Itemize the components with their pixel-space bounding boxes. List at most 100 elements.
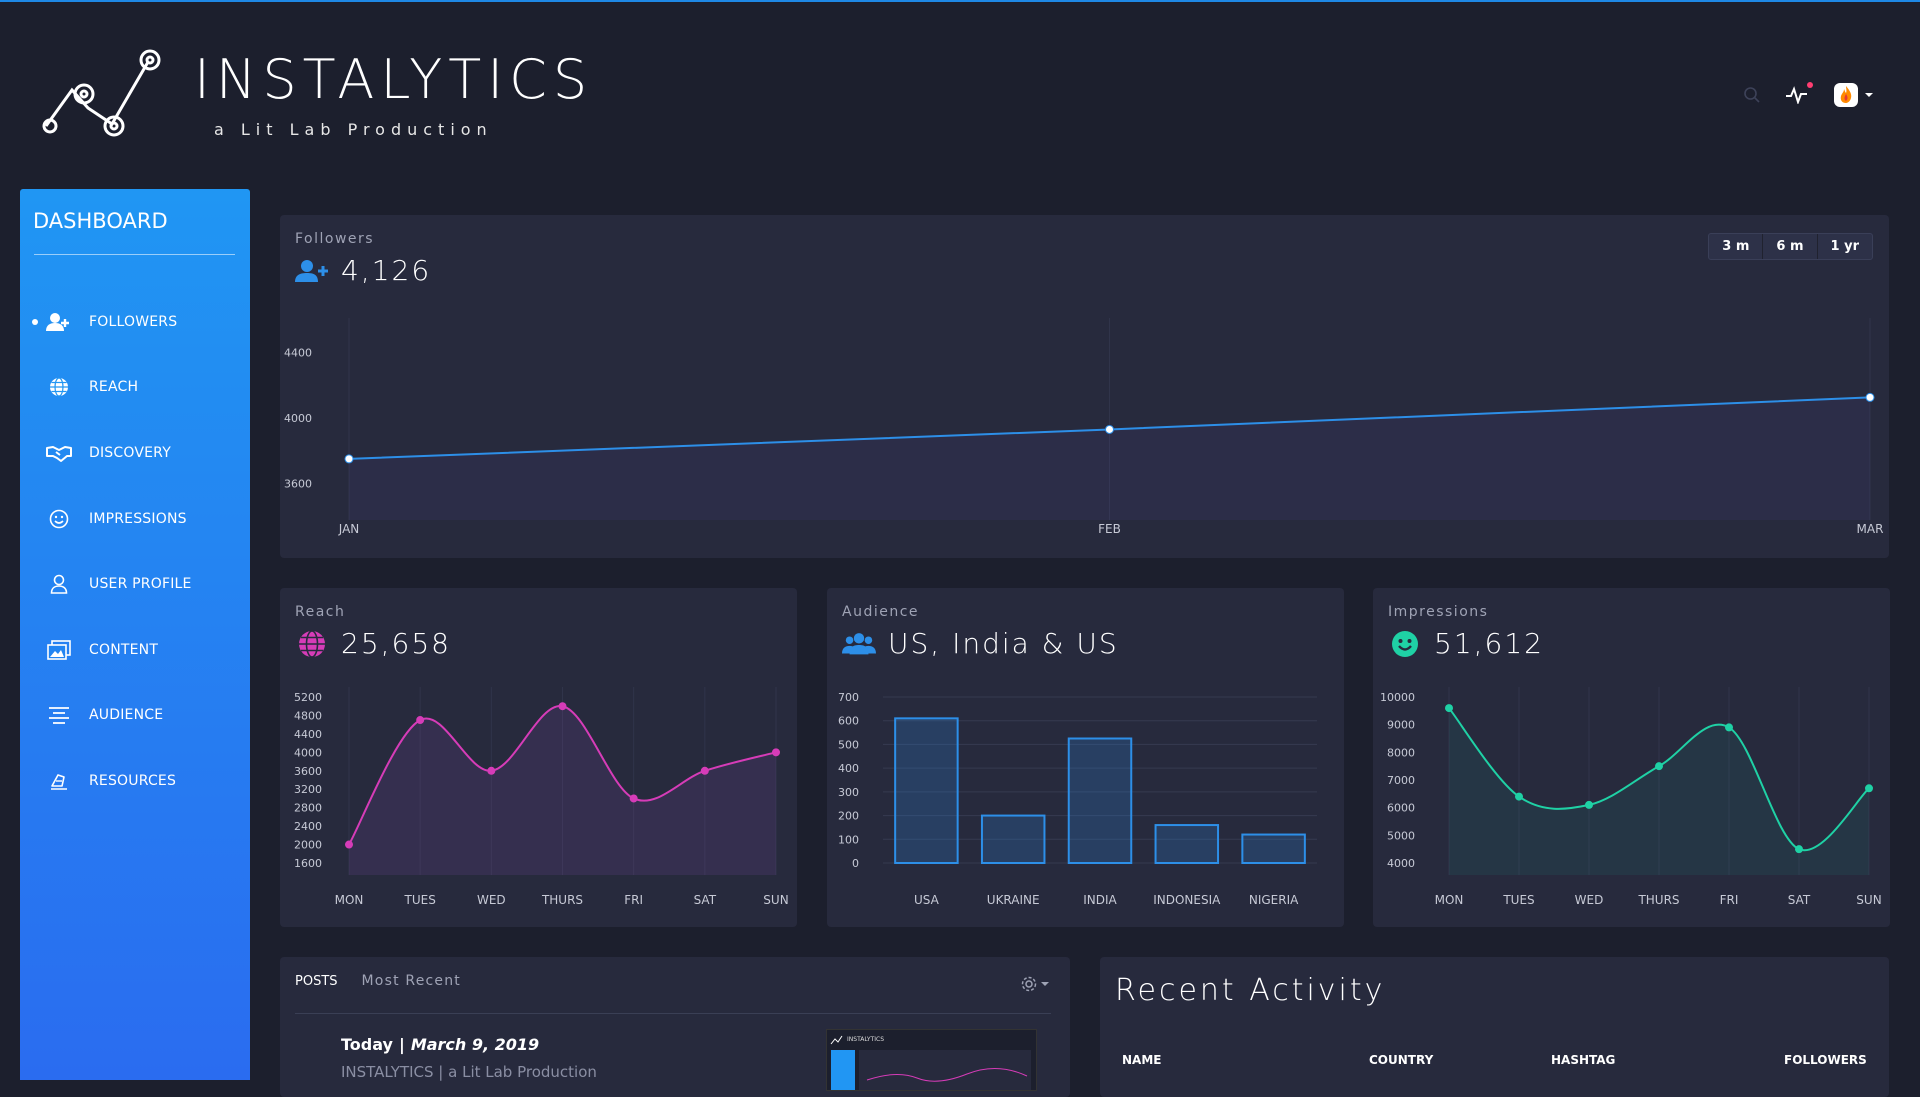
recent-activity-card: Recent Activity NAME COUNTRY HASHTAG FOL… [1100, 957, 1889, 1097]
y-tick-label: 300 [838, 786, 859, 799]
app-flame-icon [1834, 83, 1858, 107]
followers-chart: 3600 4000 4400 JAN FEB MAR [284, 318, 1883, 536]
y-tick-label: 4800 [294, 709, 322, 722]
post-thumbnail[interactable]: INSTALYTICS [826, 1029, 1037, 1091]
data-point [1865, 392, 1875, 402]
top-accent-line [0, 0, 1920, 2]
y-tick-label: 600 [838, 715, 859, 728]
post-thumbnail-preview: INSTALYTICS [827, 1030, 1036, 1090]
x-tick-label: USA [914, 893, 940, 907]
y-tick-label: 8000 [1387, 746, 1415, 759]
x-tick-label: UKRAINE [987, 893, 1040, 907]
sidebar-item-reach[interactable]: REACH [20, 355, 250, 421]
audience-chart: 0 100 200 300 400 500 600 700 USA UKRAINE INDIA IND… [838, 691, 1317, 907]
column-country[interactable]: COUNTRY [1369, 1053, 1433, 1067]
data-point [1515, 792, 1523, 801]
activity-title: Recent Activity [1115, 973, 1386, 1008]
sidebar-divider [34, 254, 235, 255]
y-tick-label: 5200 [294, 691, 322, 704]
posts-divider [295, 1013, 1051, 1014]
data-point [772, 748, 780, 757]
bar [1154, 824, 1220, 864]
sidebar-item-label: RESOURCES [89, 772, 177, 789]
sidebar-item-impressions[interactable]: IMPRESSIONS [20, 486, 250, 552]
x-tick-label: SAT [694, 893, 717, 907]
sidebar-item-content[interactable]: CONTENT [20, 617, 250, 683]
y-tick-label: 200 [838, 810, 859, 823]
y-tick-label: 3600 [284, 477, 312, 490]
x-tick-label: NIGERIA [1249, 893, 1299, 907]
user-menu[interactable] [1833, 82, 1875, 108]
data-point [558, 702, 567, 711]
search-icon[interactable] [1743, 86, 1761, 104]
x-tick-label: TUES [404, 893, 436, 907]
caret-down-icon [1865, 93, 1873, 97]
y-tick-label: 0 [852, 857, 859, 870]
column-followers[interactable]: FOLLOWERS [1784, 1053, 1867, 1067]
data-point [1105, 424, 1114, 434]
post-date-separator: | [398, 1035, 405, 1054]
x-tick-label: MON [1435, 893, 1464, 907]
y-tick-label: 100 [838, 833, 859, 846]
user-icon [46, 573, 72, 595]
align-icon [46, 704, 72, 726]
sidebar-item-label: USER PROFILE [89, 576, 192, 593]
audience-card: Audience US, India & US 0 100 200 300 400 500… [827, 588, 1344, 927]
sidebar-item-discovery[interactable]: DISCOVERY [20, 420, 250, 486]
y-tick-label: 2400 [294, 820, 322, 833]
data-point [1865, 784, 1873, 793]
bar [1241, 833, 1306, 865]
y-tick-label: 400 [838, 762, 859, 775]
tab-posts[interactable]: POSTS [295, 974, 338, 989]
y-tick-label: 3600 [294, 765, 322, 778]
posts-tabs: POSTS Most Recent [295, 973, 461, 989]
post-subtitle: INSTALYTICS | a Lit Lab Production [341, 1063, 597, 1081]
sidebar-item-resources[interactable]: RESOURCES [20, 748, 250, 814]
data-point [1655, 762, 1663, 771]
y-tick-label: 4000 [1387, 857, 1415, 870]
x-tick-label: SUN [763, 893, 788, 907]
sidebar-item-audience[interactable]: AUDIENCE [20, 683, 250, 749]
post-date-value: March 9, 2019 [410, 1035, 540, 1054]
header-actions [1743, 82, 1875, 108]
app-subtitle: a Lit Lab Production [214, 120, 493, 139]
pulse-icon[interactable] [1785, 82, 1813, 104]
y-tick-label: 5000 [1387, 829, 1415, 842]
sidebar-item-followers[interactable]: FOLLOWERS [20, 289, 250, 355]
handshake-icon [46, 442, 72, 464]
data-point [629, 794, 638, 803]
sidebar-item-label: REACH [89, 379, 139, 396]
y-tick-label: 1600 [294, 857, 322, 870]
sidebar-nav: FOLLOWERS REACH DISCOVERY IMPRESSIONS US… [20, 289, 250, 814]
x-tick-label: JAN [338, 522, 360, 536]
y-tick-label: 3200 [294, 783, 322, 796]
data-point [1445, 704, 1453, 713]
x-tick-label: WED [1575, 893, 1604, 907]
y-tick-label: 4000 [284, 412, 312, 425]
gear-icon [1021, 976, 1037, 992]
x-tick-label: SAT [1788, 893, 1811, 907]
sidebar-item-label: AUDIENCE [89, 707, 164, 724]
logo-icon [42, 49, 161, 137]
settings-menu[interactable] [1020, 975, 1050, 993]
x-tick-label: FRI [624, 893, 643, 907]
column-name[interactable]: NAME [1122, 1053, 1161, 1067]
tab-most-recent[interactable]: Most Recent [362, 973, 461, 989]
followers-card: Followers 4,126 3 m 6 m 1 yr 3600 4000 440… [280, 215, 1889, 558]
sidebar-item-user-profile[interactable]: USER PROFILE [20, 551, 250, 617]
notification-dot [1807, 82, 1813, 88]
y-tick-label: 4000 [294, 746, 322, 759]
impressions-card: Impressions 51,612 4000 5000 6000 7000 8000 9… [1373, 588, 1890, 927]
sidebar-item-label: IMPRESSIONS [89, 510, 187, 527]
y-tick-label: 500 [838, 738, 859, 751]
y-tick-label: 9000 [1387, 719, 1415, 732]
data-point [345, 840, 353, 849]
caret-down-icon [1041, 982, 1049, 986]
column-hashtag[interactable]: HASHTAG [1551, 1053, 1615, 1067]
bar [894, 717, 959, 864]
bar [980, 814, 1046, 864]
x-tick-label: TUES [1502, 893, 1534, 907]
reach-card: Reach 25,658 1600 2000 2400 2800 3200 3600 400… [280, 588, 797, 927]
series-area [349, 705, 776, 875]
post-date: Today | March 9, 2019 [341, 1035, 539, 1054]
